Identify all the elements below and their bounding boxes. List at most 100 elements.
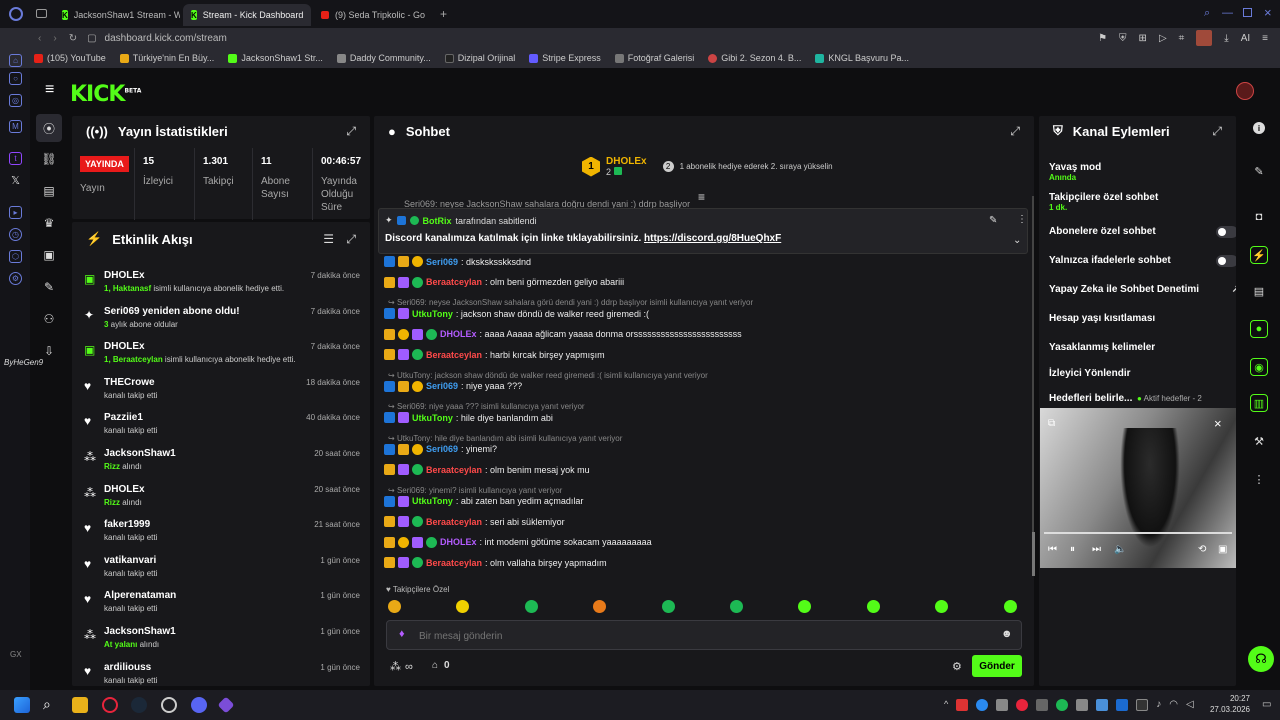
windows-start-icon[interactable] <box>14 697 30 713</box>
tab-manager-icon[interactable] <box>36 9 47 18</box>
chat-message[interactable]: UtkuTony: hile diye banlandım abi <box>384 412 553 423</box>
moderation-icon[interactable]: ▥ <box>1250 394 1268 412</box>
activity-item[interactable]: ♥ Alperenataman kanalı takip etti 1 gün önc… <box>72 586 370 622</box>
emote-icon[interactable] <box>798 600 812 613</box>
minimize-icon[interactable]: — <box>1222 7 1233 19</box>
reload-icon[interactable]: ↻ <box>69 33 77 44</box>
play-icon[interactable]: ▷ <box>1159 33 1167 44</box>
emote-icon[interactable] <box>1003 600 1017 613</box>
settings-icon[interactable]: ⚙ <box>9 272 22 285</box>
activity-item[interactable]: ♥ faker1999 kanalı takip etti 21 saat önce <box>72 515 370 551</box>
ai-button[interactable]: AI <box>1241 33 1250 44</box>
chat-message[interactable]: Beraatceylan: olm benim mesaj yok mu <box>384 464 590 475</box>
extension-icon[interactable]: ⊞ <box>1139 33 1147 44</box>
chat-username[interactable]: Beraatceylan <box>426 517 482 527</box>
reply-context[interactable]: ↪ Seri069: neyse JacksonShaw sahalara gö… <box>388 298 753 307</box>
chat-message[interactable]: UtkuTony: jackson shaw döndü de walker r… <box>384 308 649 319</box>
stream-nav-icon[interactable]: ⦿ <box>36 114 62 142</box>
channel-action-item[interactable]: Yavaş modAnında› <box>1049 162 1236 182</box>
channel-action-item[interactable]: Hesap yaşı kısıtlaması› <box>1049 313 1236 324</box>
url-input[interactable]: dashboard.kick.com/stream <box>105 33 227 44</box>
chat-message[interactable]: Seri069: yinemi? <box>384 443 497 455</box>
popout-icon[interactable]: ⤢ <box>346 232 356 247</box>
download-icon[interactable]: ⤓ <box>1224 33 1228 44</box>
browser-logo-icon[interactable] <box>9 7 23 21</box>
bookmark-icon[interactable]: ⚑ <box>1098 33 1107 44</box>
back-icon[interactable]: ‹ <box>38 33 41 44</box>
chat-message-input[interactable] <box>419 627 979 645</box>
bookmark-item[interactable]: Türkiye'nin En Büy... <box>119 53 214 63</box>
emote-icon[interactable] <box>730 600 743 613</box>
broadcast-icon[interactable]: ◉ <box>1250 358 1268 376</box>
avatar[interactable] <box>1196 30 1213 46</box>
lightning-icon[interactable]: ⚡ <box>1250 246 1268 264</box>
player-icon[interactable]: ▸ <box>9 206 22 219</box>
activity-item[interactable]: ♥ vatikanvari kanalı takip etti 1 gün önce <box>72 551 370 587</box>
expand-icon[interactable]: ▣ <box>1218 544 1227 555</box>
history-icon[interactable]: ◷ <box>9 228 22 241</box>
close-icon[interactable]: × <box>1214 416 1222 431</box>
profile-avatar[interactable] <box>1236 82 1254 100</box>
channel-action-item[interactable]: Yalnızca ifadelerle sohbet <box>1049 255 1236 267</box>
home-icon[interactable]: ⌂ <box>9 54 22 67</box>
emote-icon[interactable] <box>388 600 401 613</box>
reply-context[interactable]: ↪ Seri069: niye yaaa ??? isimli kullanıc… <box>388 402 585 411</box>
panel-scrollbar[interactable] <box>1032 532 1035 576</box>
channel-action-item[interactable]: İzleyici Yönlendir <box>1049 368 1236 379</box>
chat-username[interactable]: Beraatceylan <box>426 558 482 568</box>
activity-item[interactable]: ♥ THECrowe kanalı takip etti 18 dakika önce <box>72 373 370 409</box>
shield-icon[interactable]: ⛨ <box>1119 33 1127 44</box>
crop-icon[interactable]: ⌗ <box>1179 33 1185 44</box>
tray-app-icon[interactable] <box>1096 699 1109 711</box>
download-nav-icon[interactable]: ⇩ <box>42 344 56 358</box>
app-icon[interactable] <box>217 696 235 714</box>
steam-icon[interactable] <box>131 697 147 713</box>
chat-message[interactable]: UtkuTony: abi zaten ban yedim açmadılar <box>384 495 583 507</box>
network-icon[interactable]: ◠ <box>1169 699 1178 711</box>
emote-icon[interactable] <box>456 600 470 613</box>
edit-icon[interactable]: ✎ <box>1250 162 1268 180</box>
hamburger-menu-icon[interactable]: ≡ <box>45 81 54 99</box>
x-icon[interactable]: 𝕏 <box>9 174 22 187</box>
chat-username[interactable]: Seri069 <box>426 381 458 391</box>
tray-app-icon[interactable] <box>1116 699 1129 711</box>
chat-username[interactable]: Beraatceylan <box>426 465 482 475</box>
chat-settings-icon[interactable]: ⚙ <box>952 660 962 673</box>
activity-item[interactable]: ⁂ JacksonShaw1 At yalanı alındı 1 gün önce <box>72 622 370 658</box>
clock[interactable]: 20:27 27.03.2026 <box>1208 693 1250 715</box>
tab-kick-dashboard[interactable]: K Stream - Kick Dashboard <box>183 4 311 26</box>
channel-action-item[interactable]: Yasaklanmış kelimeler› <box>1049 342 1236 353</box>
scroll-handle-icon[interactable]: ≡ <box>698 190 705 204</box>
pip-exit-icon[interactable]: ⧉ <box>1048 418 1055 429</box>
box-icon[interactable]: ⬡ <box>9 250 22 263</box>
chat-username[interactable]: Seri069 <box>426 444 458 454</box>
loop-icon[interactable]: ⟲ <box>1198 544 1206 555</box>
activity-item[interactable]: ▣ DHOLEx 1, Beraatceylan isimli kullanıcıy… <box>72 337 370 373</box>
community-nav-icon[interactable]: ⚇ <box>42 312 56 326</box>
points-display[interactable]: ⁂ ∞ <box>390 660 413 674</box>
channel-action-item[interactable]: Hedefleri belirle... ● Aktif hedefler - 2… <box>1049 393 1236 404</box>
chat-username[interactable]: Seri069 <box>426 257 458 267</box>
tray-app-icon[interactable] <box>996 699 1009 711</box>
tray-app-icon[interactable] <box>1136 699 1149 711</box>
new-tab-icon[interactable]: + <box>440 7 447 21</box>
pause-icon[interactable]: ⏸ <box>1070 544 1075 555</box>
toggle-switch[interactable] <box>1216 255 1236 267</box>
activity-item[interactable]: ▣ DHOLEx 1, Haktanasf isimli kullanıcıya a… <box>72 266 370 302</box>
next-icon[interactable]: ⏭ <box>1092 544 1101 555</box>
emote-icon[interactable] <box>935 600 949 613</box>
file-explorer-icon[interactable] <box>72 697 88 713</box>
gifter-name[interactable]: DHOLEx <box>606 156 647 167</box>
reply-context[interactable]: ↪ UtkuTony: jackson shaw döndü de walker… <box>388 371 708 380</box>
popout-icon[interactable]: ⤢ <box>346 124 356 139</box>
reply-context[interactable]: ↪ Seri069: yinemi? isimli kullanıcıya ya… <box>388 486 562 495</box>
video-progress-bar[interactable] <box>1044 532 1232 534</box>
activity-item[interactable]: ✦ Seri069 yeniden abone oldu! 3 aylık abon… <box>72 302 370 338</box>
chat-message[interactable]: DHOLEx: aaaa Aaaaa ağlicam yaaaa donma o… <box>384 328 742 340</box>
emote-icon[interactable] <box>866 600 880 613</box>
emoji-icon[interactable]: ☻ <box>1001 628 1013 640</box>
bookmark-item[interactable]: (105) YouTube <box>34 53 106 63</box>
tab-jacksonshaw[interactable]: K JacksonShaw1 Stream - W <box>54 4 180 26</box>
chevron-down-icon[interactable]: ⌄ <box>1013 235 1021 246</box>
twitch-icon[interactable]: t <box>9 152 22 165</box>
